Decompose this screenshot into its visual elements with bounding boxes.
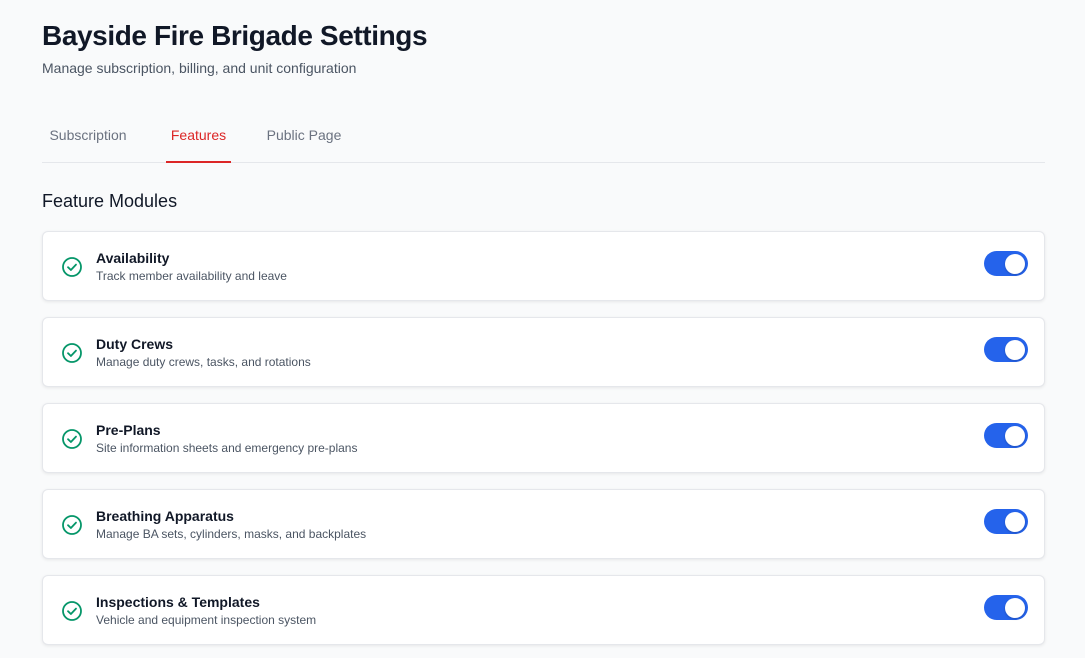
toggle-knob: [1005, 511, 1025, 532]
feature-card-duty-crews: Duty Crews Manage duty crews, tasks, and…: [42, 317, 1045, 387]
breathing-apparatus-toggle[interactable]: [984, 509, 1028, 534]
feature-card-inspections: Inspections & Templates Vehicle and equi…: [42, 575, 1045, 645]
page-subtitle: Manage subscription, billing, and unit c…: [42, 60, 357, 76]
check-circle-icon: [62, 429, 82, 449]
feature-description: Track member availability and leave: [96, 269, 287, 283]
toggle-knob: [1005, 339, 1025, 360]
check-circle-icon: [62, 257, 82, 277]
feature-description: Site information sheets and emergency pr…: [96, 441, 358, 455]
feature-description: Vehicle and equipment inspection system: [96, 613, 317, 627]
feature-name: Duty Crews: [96, 336, 174, 352]
inspections-toggle[interactable]: [984, 595, 1028, 620]
tab-subscription[interactable]: Subscription: [42, 114, 134, 163]
check-circle-icon: [62, 343, 82, 363]
tab-bar: Subscription Features Public Page: [42, 114, 1045, 163]
feature-description: Manage duty crews, tasks, and rotations: [96, 355, 311, 369]
feature-name: Availability: [96, 250, 170, 266]
check-circle-icon: [62, 515, 82, 535]
feature-card-availability: Availability Track member availability a…: [42, 231, 1045, 301]
toggle-knob: [1005, 425, 1025, 446]
feature-description: Manage BA sets, cylinders, masks, and ba…: [96, 527, 367, 541]
feature-card-breathing-apparatus: Breathing Apparatus Manage BA sets, cyli…: [42, 489, 1045, 559]
feature-name: Breathing Apparatus: [96, 508, 234, 524]
tab-public-page[interactable]: Public Page: [263, 114, 345, 163]
settings-page: Bayside Fire Brigade Settings Manage sub…: [0, 0, 1085, 658]
availability-toggle[interactable]: [984, 251, 1028, 276]
tab-features[interactable]: Features: [166, 114, 231, 163]
feature-name: Inspections & Templates: [96, 594, 260, 610]
pre-plans-toggle[interactable]: [984, 423, 1028, 448]
feature-card-pre-plans: Pre-Plans Site information sheets and em…: [42, 403, 1045, 473]
section-title: Feature Modules: [42, 191, 178, 211]
feature-name: Pre-Plans: [96, 422, 161, 438]
toggle-knob: [1005, 253, 1025, 274]
duty-crews-toggle[interactable]: [984, 337, 1028, 362]
check-circle-icon: [62, 601, 82, 621]
toggle-knob: [1005, 597, 1025, 618]
page-title: Bayside Fire Brigade Settings: [42, 20, 428, 51]
